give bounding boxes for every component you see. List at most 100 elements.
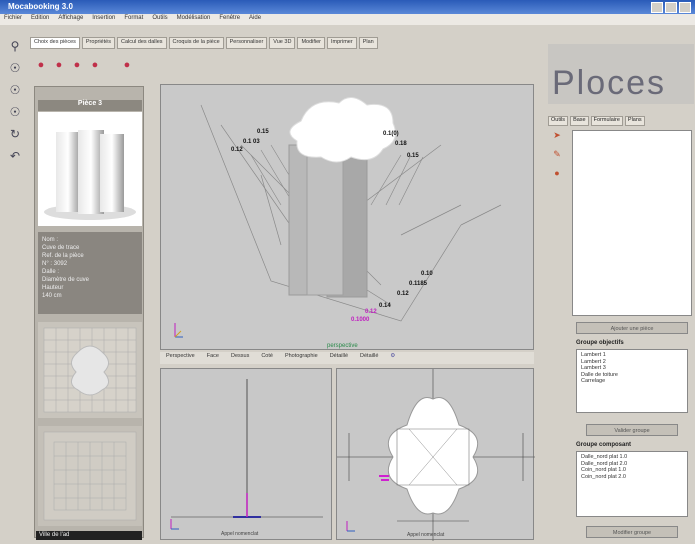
app-logo: Ploces bbox=[548, 44, 694, 104]
tab-form[interactable]: Formulaire bbox=[590, 116, 623, 126]
info-line: Diamètre de cuve bbox=[42, 277, 90, 283]
menu-help[interactable]: Aide bbox=[249, 15, 261, 24]
pattern-thumbnail[interactable] bbox=[38, 322, 142, 418]
tab-properties[interactable]: Propriétés bbox=[81, 37, 115, 49]
close-button[interactable] bbox=[679, 2, 691, 13]
viewport-front[interactable]: Appel nomenclat bbox=[160, 368, 332, 540]
tab-plan[interactable]: Plan bbox=[358, 37, 378, 49]
figure-icon[interactable]: ● bbox=[88, 58, 102, 72]
view-front-button[interactable]: Face bbox=[207, 353, 219, 363]
status-text: Ville de l'ad bbox=[36, 531, 142, 540]
marker-icon[interactable]: ● bbox=[554, 168, 559, 178]
title-bar: Mocabooking 3.0 bbox=[0, 0, 695, 14]
dimension-label: 0.18 bbox=[395, 141, 407, 147]
info-line: Nom : bbox=[42, 237, 59, 243]
tab-view3d[interactable]: Vue 3D bbox=[269, 37, 296, 49]
view-top-button[interactable]: Dessus bbox=[231, 353, 249, 363]
figure-icon[interactable]: ● bbox=[52, 58, 66, 72]
tab-customize[interactable]: Personnaliser bbox=[225, 37, 268, 49]
pattern-thumbnail[interactable] bbox=[38, 426, 142, 526]
person-icon[interactable]: ☉ bbox=[7, 104, 23, 120]
window-controls bbox=[651, 2, 691, 13]
minimize-button[interactable] bbox=[651, 2, 663, 13]
figure-icon[interactable]: ● bbox=[70, 58, 84, 72]
figure-icon[interactable]: ● bbox=[120, 58, 134, 72]
dimension-label: 0.1185 bbox=[409, 281, 428, 287]
group-components-list[interactable]: Dalle_nord plat 1.0 Dalle_nord plat 2.0 … bbox=[576, 451, 688, 517]
info-line: Ref. de la pièce bbox=[42, 253, 84, 259]
info-line: Dalle : bbox=[42, 269, 60, 275]
view-perspective-button[interactable]: Perspective bbox=[166, 353, 195, 363]
list-item[interactable]: Carrelage bbox=[581, 378, 683, 385]
pieces-list[interactable] bbox=[572, 130, 692, 316]
info-line: Hauteur bbox=[42, 285, 64, 291]
pointer-icon[interactable]: ➤ bbox=[553, 130, 561, 141]
tab-slab-calc[interactable]: Calcul des dalles bbox=[116, 37, 167, 49]
tab-sketch[interactable]: Croquis de la pièce bbox=[168, 37, 224, 49]
menu-modeling[interactable]: Modélisation bbox=[177, 15, 211, 24]
zoom-icon[interactable]: ⚲ bbox=[7, 38, 23, 54]
tab-pieces[interactable]: Choix des pièces bbox=[30, 37, 80, 49]
group-components-label: Groupe composant bbox=[576, 442, 632, 448]
window-title: Mocabooking 3.0 bbox=[8, 2, 73, 11]
menu-edit[interactable]: Edition bbox=[31, 15, 49, 24]
dimension-label: 0.15 bbox=[257, 129, 269, 135]
view-caption: Appel nomenclat bbox=[407, 532, 445, 538]
view-detail-button[interactable]: Détaillé bbox=[330, 353, 348, 363]
menu-view[interactable]: Affichage bbox=[58, 15, 83, 24]
dimension-label: 0.10 bbox=[421, 271, 433, 277]
figure-icon[interactable]: ● bbox=[34, 58, 48, 72]
axis-icon bbox=[170, 519, 179, 530]
menu-file[interactable]: Fichier bbox=[4, 15, 22, 24]
piece-preview bbox=[38, 112, 142, 226]
view-detail-button[interactable]: Détaillé bbox=[360, 353, 378, 363]
menu-format[interactable]: Format bbox=[124, 15, 143, 24]
list-item[interactable]: Coin_nord plat 2.0 bbox=[581, 474, 683, 481]
dimension-label-highlight: 0.12 bbox=[365, 309, 377, 315]
right-tabs: Outils Base Formulaire Plans bbox=[548, 116, 694, 126]
viewport-3d[interactable]: 0.15 0.1 03 0.12 0.1(0) 0.18 0.15 0.10 0… bbox=[160, 84, 534, 350]
tab-modify[interactable]: Modifier bbox=[297, 37, 325, 49]
menu-insert[interactable]: Insertion bbox=[92, 15, 115, 24]
dimension-label: 0.12 bbox=[397, 291, 409, 297]
tab-tools[interactable]: Outils bbox=[548, 116, 569, 126]
dimension-label: 0.1 03 bbox=[243, 139, 260, 145]
validate-group-button[interactable]: Valider groupe bbox=[586, 424, 678, 436]
menu-bar: Fichier Edition Affichage Insertion Form… bbox=[0, 14, 695, 25]
dimension-label-highlight: 0.1000 bbox=[351, 317, 370, 323]
piece-info: Nom : Cuve de trace Ref. de la pièce N° … bbox=[38, 232, 142, 314]
object-toolbar: ● ● ● ● ● bbox=[34, 58, 164, 78]
maximize-button[interactable] bbox=[665, 2, 677, 13]
settings-icon[interactable]: ⚙ bbox=[390, 353, 395, 363]
group-objectives-list[interactable]: Lambert 1 Lambert 2 Lambert 3 Dalle de t… bbox=[576, 349, 688, 413]
dimension-label: 0.12 bbox=[231, 147, 243, 153]
person-icon[interactable]: ☉ bbox=[7, 82, 23, 98]
right-toolbar: ➤ ✎ ● bbox=[548, 130, 566, 270]
view-photo-button[interactable]: Photographie bbox=[285, 353, 318, 363]
left-toolbar: ⚲ ☉ ☉ ☉ ↻ ↶ bbox=[4, 38, 26, 178]
rotate-icon[interactable]: ↻ bbox=[7, 126, 23, 142]
main-tabs: Choix des pièces Propriétés Calcul des d… bbox=[30, 37, 535, 49]
view-toolbar: Perspective Face Dessus Coté Photographi… bbox=[160, 352, 534, 364]
add-piece-button[interactable]: Ajouter une pièce bbox=[576, 322, 688, 334]
view-side-button[interactable]: Coté bbox=[261, 353, 273, 363]
axis-icon bbox=[346, 521, 355, 532]
tab-plans[interactable]: Plans bbox=[624, 116, 645, 126]
viewport-top[interactable]: Appel nomenclat bbox=[336, 368, 535, 541]
piece-title: Pièce 3 bbox=[38, 100, 142, 111]
person-icon[interactable]: ☉ bbox=[7, 60, 23, 76]
group-objectives-label: Groupe objectifs bbox=[576, 340, 624, 346]
dimension-label: 0.1(0) bbox=[383, 131, 399, 137]
logo-text: Ploces bbox=[552, 64, 666, 102]
undo-icon[interactable]: ↶ bbox=[7, 148, 23, 164]
info-line: Cuve de trace bbox=[42, 245, 80, 251]
view-caption: perspective bbox=[327, 343, 358, 349]
tab-base[interactable]: Base bbox=[570, 116, 589, 126]
dimension-label: 0.15 bbox=[407, 153, 419, 159]
modify-group-button[interactable]: Modifier groupe bbox=[586, 526, 678, 538]
menu-window[interactable]: Fenêtre bbox=[219, 15, 240, 24]
tab-print[interactable]: Imprimer bbox=[327, 37, 357, 49]
pencil-icon[interactable]: ✎ bbox=[553, 149, 561, 160]
info-line: 140 cm bbox=[42, 293, 62, 299]
menu-tools[interactable]: Outils bbox=[152, 15, 167, 24]
